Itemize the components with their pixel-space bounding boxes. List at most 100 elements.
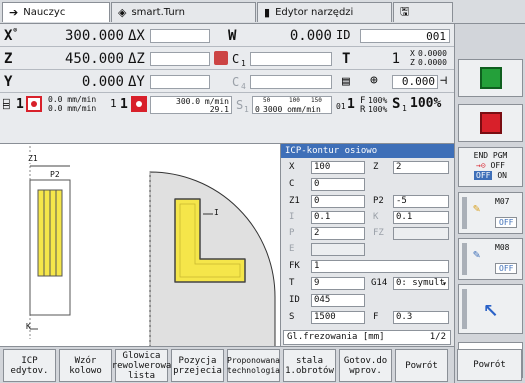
coolant-icon: ✎ [473, 201, 481, 215]
feed1-b: 0.0 mm/min [48, 104, 97, 113]
fk-field-label: FK [289, 261, 300, 271]
x-field[interactable]: 100 [311, 161, 365, 174]
jog-direction-button[interactable]: ↖ [458, 284, 523, 334]
tool-holder-icon: ▤ [342, 74, 350, 89]
g-label: 01 [336, 102, 346, 111]
wzor-kolowo-softkey[interactable]: Wzór kolowo [59, 349, 112, 382]
end-pgm-button[interactable]: END PGM →⊝ OFF OFF ON [458, 147, 523, 187]
dz-value-box [150, 52, 210, 66]
g14-selected: 0: symult [396, 278, 445, 288]
x-field-label: X [289, 162, 295, 172]
i-field-label: I [289, 212, 295, 222]
tab-nauczyc[interactable]: ➔ Nauczyc [2, 2, 110, 22]
powrot-right-softkey[interactable]: Powrót [457, 349, 522, 381]
c4-value-box [250, 75, 332, 89]
p2-field-label: P2 [373, 196, 384, 206]
z-field[interactable]: 2 [393, 161, 449, 174]
g14-select[interactable]: 0: symult ▾ [393, 277, 449, 290]
tool-z-value: 0.0000 [418, 58, 447, 67]
f-field[interactable]: 0.3 [393, 311, 449, 324]
r-label: R [360, 105, 366, 115]
z1-field-label: Z1 [289, 196, 300, 206]
spindle-stop-icon [131, 96, 147, 112]
z-field-label: Z [373, 162, 379, 172]
scale-unit: 3000 omm/min [263, 105, 321, 114]
icp-dialog: ICP-kontur osiowo X 100 Z 2 C 0 Z1 0 P2 … [280, 143, 454, 346]
tab-edytor-narzedzi[interactable]: ▮ Edytor narzędzi [257, 2, 392, 22]
bottom-softkey-bar: ICP edytov. Wzór kolowo Glowica rewolwer… [0, 346, 454, 383]
f-field-label: F [373, 312, 379, 322]
on-toggle: ON [497, 171, 507, 180]
m08-label: M08 [495, 243, 510, 252]
off-toggle: OFF [474, 171, 493, 180]
cycle-start-button[interactable] [458, 59, 523, 97]
g14-field-label: G14 [371, 278, 388, 288]
tab-label: smart.Turn [131, 7, 185, 18]
tab-save[interactable]: 🖫 [393, 2, 453, 22]
stop-indicator-icon [26, 96, 42, 112]
target-icon: ⊕ [370, 73, 378, 88]
coolant-bar-icon [462, 197, 467, 229]
tab-smart-turn[interactable]: ◈ smart.Turn [111, 2, 256, 22]
y-axis-label: Y [4, 74, 13, 90]
gotov-do-wprov-softkey[interactable]: Gotov.do wprov. [339, 349, 392, 382]
fk-field[interactable]: 1 [311, 260, 449, 273]
pozycja-przejecia-softkey[interactable]: Pozycja przejecia [171, 349, 224, 382]
glowica-lista-softkey[interactable]: Glowica rewolwerowa lista [112, 349, 171, 382]
save-icon: 🖫 [400, 5, 410, 18]
s-field[interactable]: 1500 [311, 311, 365, 324]
z1-dimension-label: Z1 [28, 154, 38, 163]
m08-button[interactable]: ✎ M08 OFF [458, 238, 523, 280]
feed2-box: 300.0 m/min 29.1 [150, 96, 232, 114]
s1-sub: 1 [244, 105, 249, 114]
i-dimension-label: I [214, 208, 219, 217]
id-field[interactable]: 045 [311, 294, 365, 307]
t-field[interactable]: 9 [311, 277, 365, 290]
row-separator [0, 69, 454, 70]
coolant-bar-icon [462, 243, 467, 275]
icp-edytov-softkey[interactable]: ICP edytov. [3, 349, 56, 382]
c1-label: C [232, 52, 240, 66]
z-axis-value: 450.000 [64, 51, 124, 67]
tab-label: Edytor narzędzi [275, 7, 354, 18]
row-separator [0, 46, 454, 47]
right-softkey-column: END PGM →⊝ OFF OFF ON ✎ M07 OFF ✎ M08 OF… [454, 24, 525, 383]
powrot-softkey[interactable]: Powrót [395, 349, 448, 382]
dx-label: ΔX [128, 28, 145, 44]
end-pgm-off: OFF [490, 161, 505, 170]
proponowana-technologia-softkey[interactable]: Proponowana technologia [227, 349, 280, 382]
tab-bar: ➔ Nauczyc ◈ smart.Turn ▮ Edytor narzędzi… [0, 0, 525, 24]
z1-field[interactable]: 0 [311, 195, 365, 208]
spindle2-num: 1 [110, 97, 117, 110]
k-field[interactable]: 0.1 [393, 211, 449, 224]
fz-field-label: FZ [373, 228, 384, 238]
m07-off: OFF [495, 217, 518, 228]
stala-obrotow-softkey[interactable]: stala 1.obrotów [283, 349, 336, 382]
p2-field[interactable]: -5 [393, 195, 449, 208]
id-label: ID [336, 28, 351, 42]
p2-dimension-label: P2 [50, 170, 60, 179]
e-field[interactable] [311, 243, 365, 256]
fz-field[interactable] [393, 227, 449, 240]
r-pct: 100% [368, 105, 388, 114]
tool-t-label: T [342, 51, 351, 67]
scale-top-1: 50 [263, 97, 271, 104]
cycle-stop-icon [479, 112, 502, 134]
p-field[interactable]: 2 [311, 227, 365, 240]
diamond-arrow-icon: ◈ [118, 6, 127, 19]
y-axis-value: 0.000 [81, 74, 124, 90]
arrow-up-left-icon: ↖ [483, 293, 499, 323]
s-field-label: S [289, 312, 295, 322]
z-axis-label: Z [4, 51, 13, 67]
dx-value-box [150, 29, 210, 43]
cycle-stop-button[interactable] [458, 104, 523, 142]
footer-page: 1/2 [429, 332, 446, 342]
c1-value-box [250, 52, 332, 66]
m07-button[interactable]: ✎ M07 OFF [458, 192, 523, 234]
tool-x-value: 0.0000 [418, 49, 447, 58]
w-axis-value: 0.000 [289, 28, 332, 44]
footer-label: Gl.frezowania [mm] [287, 332, 385, 342]
i-field[interactable]: 0.1 [311, 211, 365, 224]
contour-graphics: Z1 P2 I K [0, 143, 280, 348]
c-field[interactable]: 0 [311, 178, 365, 191]
